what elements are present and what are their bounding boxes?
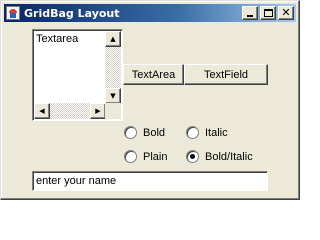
vertical-scrollbar[interactable]: ▲ ▼: [105, 31, 121, 104]
radio-circle-selected[interactable]: [186, 150, 199, 163]
radio-label-plain: Plain: [143, 150, 168, 163]
close-icon: ✕: [281, 6, 291, 19]
radio-bold-italic[interactable]: Bold/Italic: [186, 150, 253, 163]
close-button[interactable]: ✕: [278, 6, 294, 20]
scroll-right-button[interactable]: ▶: [90, 103, 106, 119]
radio-selected-dot: [190, 154, 195, 159]
minimize-button[interactable]: [242, 6, 258, 20]
radio-bold[interactable]: Bold: [124, 126, 165, 139]
horizontal-scrollbar[interactable]: ◀ ▶: [34, 103, 106, 119]
radio-plain[interactable]: Plain: [124, 150, 167, 163]
minimize-icon: [247, 15, 253, 17]
text-area[interactable]: Textarea ▲ ▼ ◀ ▶: [32, 29, 123, 121]
app-window: GridBag Layout ✕ Textarea ▲ ▼ ◀ ▶ TextAr…: [0, 0, 300, 200]
text-area-content[interactable]: Textarea: [36, 33, 78, 45]
scroll-left-button[interactable]: ◀: [34, 103, 50, 119]
textarea-button[interactable]: TextArea: [123, 64, 184, 85]
radio-circle[interactable]: [124, 126, 137, 139]
radio-circle[interactable]: [124, 150, 137, 163]
textfield-button[interactable]: TextField: [184, 64, 268, 85]
scroll-down-button[interactable]: ▼: [105, 88, 121, 104]
radio-label-bold-italic: Bold/Italic: [205, 150, 253, 163]
maximize-icon: [264, 9, 273, 17]
radio-circle[interactable]: [186, 126, 199, 139]
radio-label-bold: Bold: [143, 126, 166, 139]
radio-label-italic: Italic: [205, 126, 228, 139]
scroll-up-button[interactable]: ▲: [105, 31, 121, 47]
name-input[interactable]: [32, 171, 268, 191]
java-app-icon[interactable]: [6, 6, 20, 20]
scrollbar-corner: [105, 103, 121, 119]
maximize-button[interactable]: [260, 6, 276, 20]
radio-italic[interactable]: Italic: [186, 126, 228, 139]
title-bar[interactable]: GridBag Layout ✕: [4, 4, 296, 22]
window-title: GridBag Layout: [24, 6, 120, 20]
